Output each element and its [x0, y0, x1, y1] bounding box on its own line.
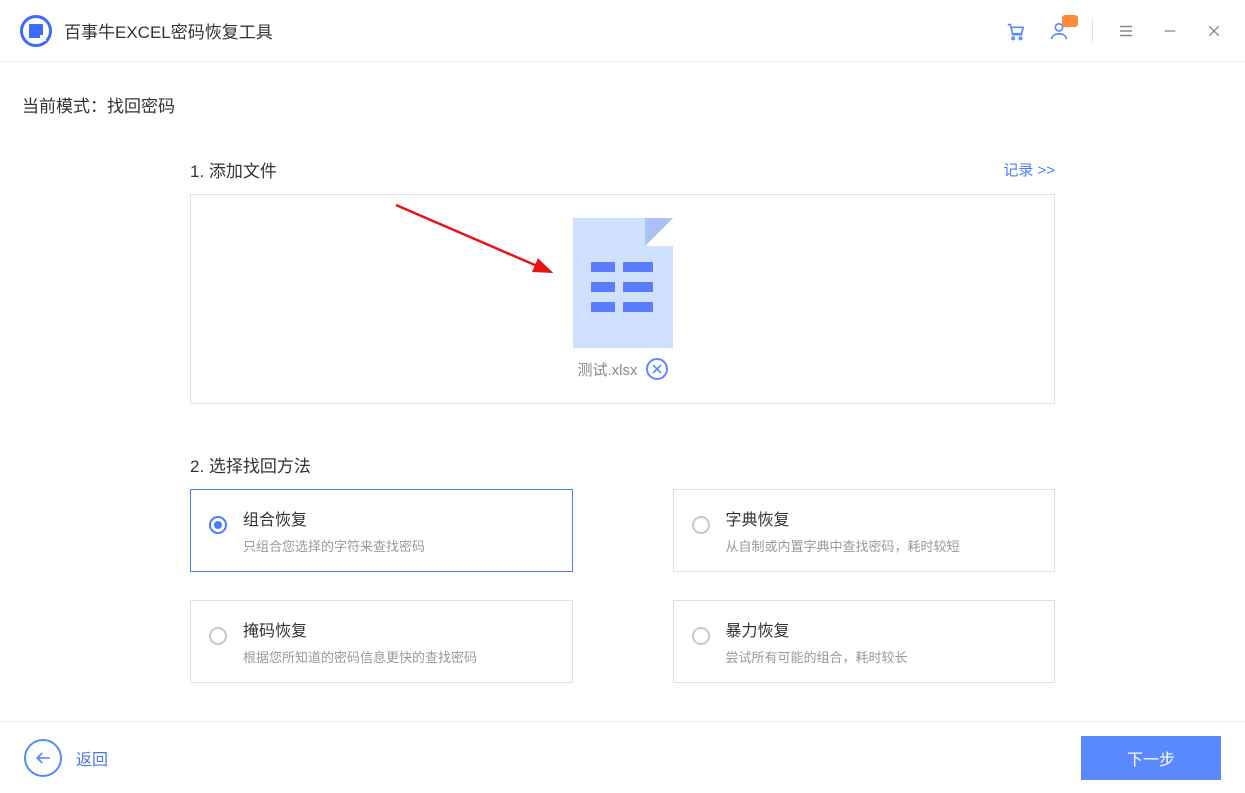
method-desc: 尝试所有可能的组合，耗时较长	[726, 647, 1037, 666]
current-mode: 当前模式：找回密码	[0, 62, 1245, 127]
app-logo	[20, 15, 52, 47]
logo-icon	[29, 24, 43, 38]
method-title: 组合恢复	[243, 506, 554, 530]
method-option-combination[interactable]: 组合恢复 只组合您选择的字符来查找密码	[190, 489, 573, 572]
method-title: 掩码恢复	[243, 617, 554, 641]
vip-badge-icon	[1062, 15, 1078, 27]
radio-icon	[209, 516, 227, 534]
back-arrow-icon	[24, 739, 62, 777]
file-drop-area[interactable]: 测试.xlsx	[190, 194, 1055, 404]
records-link[interactable]: 记录 >>	[1003, 159, 1055, 180]
radio-icon	[209, 627, 227, 645]
menu-icon[interactable]	[1115, 20, 1137, 42]
method-desc: 从自制或内置字典中查找密码，耗时较短	[726, 536, 1037, 555]
method-grid: 组合恢复 只组合您选择的字符来查找密码 字典恢复 从自制或内置字典中查找密码，耗…	[190, 489, 1055, 683]
user-icon[interactable]	[1048, 20, 1070, 42]
app-title: 百事牛EXCEL密码恢复工具	[64, 18, 273, 43]
back-button[interactable]: 返回	[24, 739, 108, 777]
titlebar: 百事牛EXCEL密码恢复工具	[0, 0, 1245, 62]
cart-icon[interactable]	[1004, 20, 1026, 42]
remove-file-button[interactable]	[646, 358, 668, 380]
section2: 2. 选择找回方法 组合恢复 只组合您选择的字符来查找密码 字典恢复 从自制或内…	[190, 452, 1055, 683]
file-icon	[573, 218, 673, 348]
method-title: 字典恢复	[726, 506, 1037, 530]
section1-header: 1. 添加文件 记录 >>	[190, 157, 1055, 182]
footer: 返回 下一步	[0, 721, 1245, 793]
next-label: 下一步	[1127, 746, 1175, 770]
next-button[interactable]: 下一步	[1081, 736, 1221, 780]
radio-icon	[692, 516, 710, 534]
section2-title: 2. 选择找回方法	[190, 452, 1055, 477]
mode-label: 当前模式：	[22, 97, 107, 116]
main-content: 1. 添加文件 记录 >> 测试.xlsx	[0, 127, 1245, 683]
method-desc: 只组合您选择的字符来查找密码	[243, 536, 554, 555]
method-option-bruteforce[interactable]: 暴力恢复 尝试所有可能的组合，耗时较长	[673, 600, 1056, 683]
file-name-row: 测试.xlsx	[577, 358, 667, 380]
separator	[1092, 20, 1093, 42]
method-title: 暴力恢复	[726, 617, 1037, 641]
section1-title: 1. 添加文件	[190, 157, 277, 182]
titlebar-actions	[1004, 20, 1225, 42]
method-option-dictionary[interactable]: 字典恢复 从自制或内置字典中查找密码，耗时较短	[673, 489, 1056, 572]
method-desc: 根据您所知道的密码信息更快的查找密码	[243, 647, 554, 666]
file-name: 测试.xlsx	[577, 359, 637, 380]
back-label: 返回	[76, 746, 108, 770]
close-icon[interactable]	[1203, 20, 1225, 42]
radio-icon	[692, 627, 710, 645]
mode-value: 找回密码	[107, 97, 175, 116]
method-option-mask[interactable]: 掩码恢复 根据您所知道的密码信息更快的查找密码	[190, 600, 573, 683]
annotation-arrow-icon	[391, 200, 591, 300]
minimize-icon[interactable]	[1159, 20, 1181, 42]
